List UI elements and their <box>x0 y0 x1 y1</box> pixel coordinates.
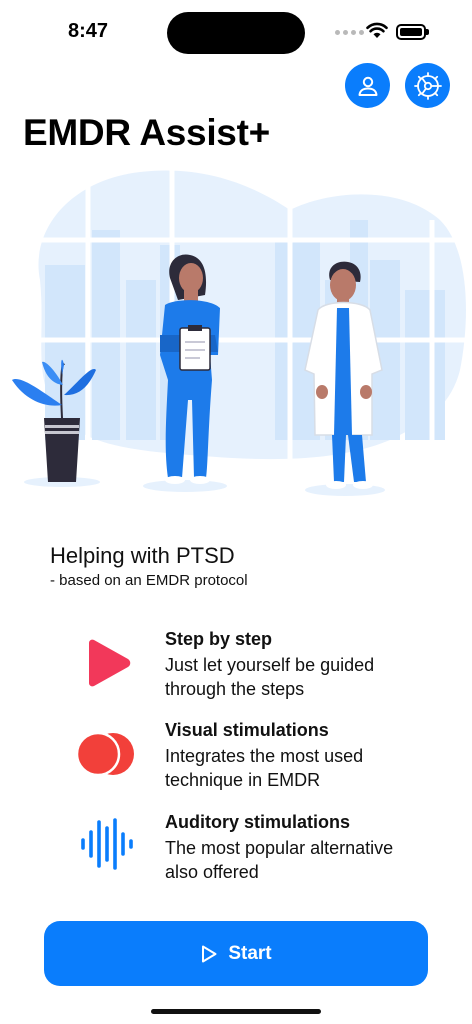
feature-visual-stimulations: Visual stimulations Integrates the most … <box>0 720 472 800</box>
battery-icon <box>396 24 429 40</box>
feature-description: The most popular alternative also offere… <box>165 838 394 882</box>
feature-auditory-stimulations: Auditory stimulations The most popular a… <box>0 812 472 892</box>
feature-title: Auditory stimulations <box>165 812 351 832</box>
profile-button[interactable] <box>345 63 390 108</box>
settings-button[interactable] <box>405 63 450 108</box>
start-button-label: Start <box>228 942 272 964</box>
wifi-icon <box>366 22 388 38</box>
play-outline-icon <box>202 945 217 962</box>
doctors-illustration <box>12 160 466 496</box>
play-triangle-icon <box>89 639 131 687</box>
start-button[interactable]: Start <box>44 921 428 986</box>
cellular-signal-icon <box>335 30 364 35</box>
feature-description: Integrates the most used technique in EM… <box>165 746 364 790</box>
feature-title: Visual stimulations <box>165 720 329 740</box>
waveform-icon <box>81 818 133 870</box>
app-title: EMDR Assist+ <box>23 112 270 153</box>
home-indicator[interactable] <box>151 1009 321 1014</box>
intro-subheading: - based on an EMDR protocol <box>50 572 248 589</box>
person-icon <box>358 76 377 96</box>
feature-title: Step by step <box>165 629 273 649</box>
overlapping-circles-icon <box>75 731 134 777</box>
status-time: 8:47 <box>68 20 109 42</box>
dynamic-island <box>167 12 305 54</box>
status-bar: 8:47 <box>0 0 472 60</box>
feature-description: Just let yourself be guided through the … <box>165 655 375 699</box>
intro-heading: Helping with PTSD <box>50 543 235 568</box>
gear-icon <box>413 71 442 100</box>
feature-step-by-step: Step by step Just let yourself be guided… <box>0 629 472 709</box>
